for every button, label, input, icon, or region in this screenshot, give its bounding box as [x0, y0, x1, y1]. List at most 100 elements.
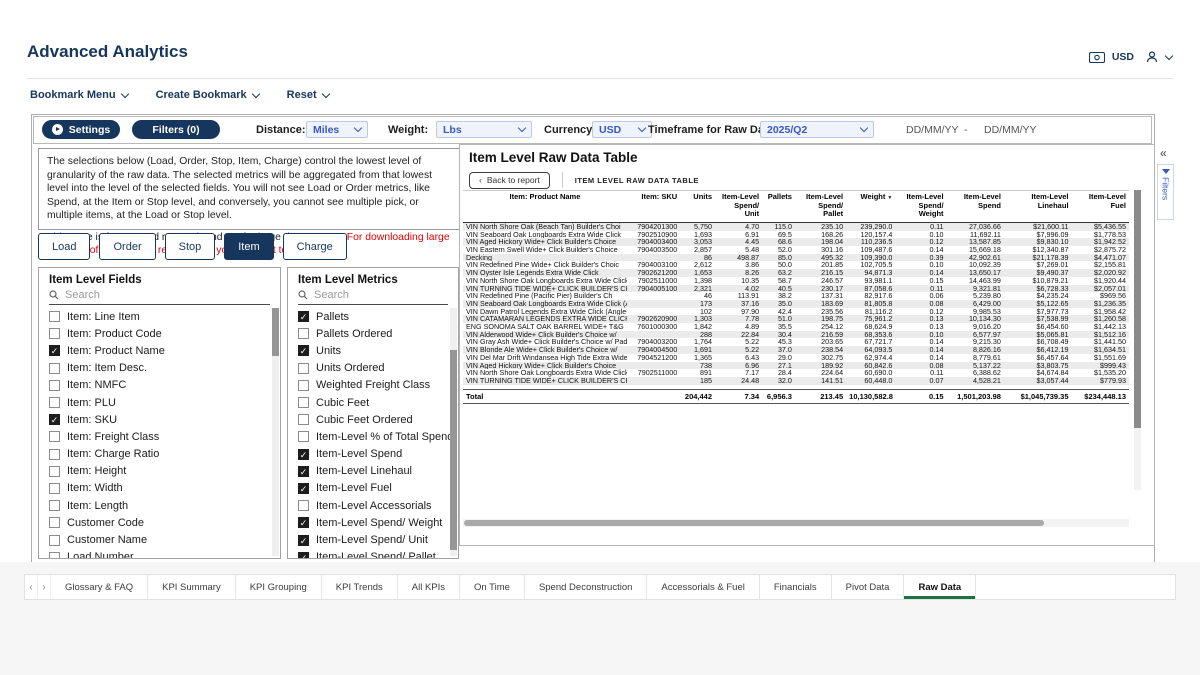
checkbox-item-item-level-spend-pallet[interactable]: ✓Item-Level Spend/ Pallet — [288, 549, 458, 559]
column-header-item-level-fuel[interactable]: Item-Level Fuel — [1072, 191, 1129, 223]
checkbox-unchecked[interactable] — [298, 363, 309, 374]
checkbox-item-item-level-linehaul[interactable]: ✓Item-Level Linehaul — [288, 463, 458, 480]
tab-accessorials-fuel[interactable]: Accessorials & Fuel — [647, 575, 759, 599]
table-vertical-scrollbar[interactable] — [1134, 190, 1141, 490]
level-button-stop[interactable]: Stop — [165, 233, 216, 260]
column-header-pallets[interactable]: Pallets — [762, 191, 795, 223]
metrics-scrollbar[interactable] — [450, 308, 457, 556]
checkbox-item-load-number[interactable]: Load Number — [39, 549, 280, 559]
checkbox-item-item-height[interactable]: Item: Height — [39, 463, 280, 480]
menu-item-bookmark-menu[interactable]: Bookmark Menu — [30, 89, 128, 101]
tabs-scroll-right-icon[interactable]: › — [38, 575, 51, 599]
fields-search-input[interactable]: Search — [49, 289, 270, 305]
checkbox-checked[interactable]: ✓ — [298, 345, 309, 356]
checkbox-checked[interactable]: ✓ — [49, 414, 60, 425]
fields-scrollbar[interactable] — [272, 308, 279, 556]
checkbox-checked[interactable]: ✓ — [298, 517, 309, 528]
checkbox-unchecked[interactable] — [49, 552, 60, 559]
column-header-item-level-spend-weight[interactable]: Item-Level Spend/ Weight — [895, 191, 946, 223]
user-menu-chevron-down-icon[interactable] — [1165, 51, 1173, 59]
checkbox-item-item-item-desc[interactable]: Item: Item Desc. — [39, 360, 280, 377]
checkbox-item-item-line-item[interactable]: Item: Line Item — [39, 308, 280, 325]
checkbox-item-pallets[interactable]: ✓Pallets — [288, 308, 458, 325]
checkbox-unchecked[interactable] — [298, 414, 309, 425]
checkbox-item-item-charge-ratio[interactable]: Item: Charge Ratio — [39, 446, 280, 463]
column-header-item-level-spend-unit[interactable]: Item-Level Spend/ Unit — [715, 191, 762, 223]
checkbox-item-item-plu[interactable]: Item: PLU — [39, 394, 280, 411]
checkbox-unchecked[interactable] — [49, 483, 60, 494]
column-header-item-level-linehaul[interactable]: Item-Level Linehaul — [1004, 191, 1072, 223]
filters-button[interactable]: Filters (0) — [132, 120, 220, 139]
checkbox-checked[interactable]: ✓ — [298, 483, 309, 494]
checkbox-unchecked[interactable] — [49, 363, 60, 374]
timeframe-select[interactable]: 2025/Q2 — [760, 121, 874, 138]
checkbox-unchecked[interactable] — [49, 311, 60, 322]
checkbox-unchecked[interactable] — [49, 535, 60, 546]
tab-on-time[interactable]: On Time — [460, 575, 525, 599]
checkbox-unchecked[interactable] — [49, 328, 60, 339]
column-header-item-sku[interactable]: Item: SKU — [627, 191, 680, 223]
level-button-order[interactable]: Order — [99, 233, 155, 260]
table-horizontal-scrollbar[interactable] — [463, 519, 1129, 527]
tab-raw-data[interactable]: Raw Data — [904, 575, 976, 599]
currency-select[interactable]: USD — [592, 121, 652, 138]
checkbox-unchecked[interactable] — [298, 397, 309, 408]
date-from-input[interactable]: DD/MM/YY — [906, 124, 959, 136]
checkbox-item-item-width[interactable]: Item: Width — [39, 480, 280, 497]
metrics-search-input[interactable]: Search — [298, 289, 448, 305]
checkbox-item-item-length[interactable]: Item: Length — [39, 497, 280, 514]
checkbox-unchecked[interactable] — [49, 466, 60, 477]
column-header-units[interactable]: Units — [680, 191, 715, 223]
checkbox-unchecked[interactable] — [49, 500, 60, 511]
checkbox-item-pallets-ordered[interactable]: Pallets Ordered — [288, 325, 458, 342]
checkbox-item-item-nmfc[interactable]: Item: NMFC — [39, 377, 280, 394]
checkbox-checked[interactable]: ✓ — [298, 535, 309, 546]
checkbox-checked[interactable]: ✓ — [49, 345, 60, 356]
checkbox-item-cubic-feet-ordered[interactable]: Cubic Feet Ordered — [288, 411, 458, 428]
checkbox-unchecked[interactable] — [49, 449, 60, 460]
checkbox-unchecked[interactable] — [49, 431, 60, 442]
settings-button[interactable]: Settings — [42, 120, 120, 139]
tab-kpi-trends[interactable]: KPI Trends — [322, 575, 398, 599]
checkbox-unchecked[interactable] — [298, 380, 309, 391]
checkbox-checked[interactable]: ✓ — [298, 311, 309, 322]
checkbox-unchecked[interactable] — [49, 517, 60, 528]
checkbox-item-cubic-feet[interactable]: Cubic Feet — [288, 394, 458, 411]
checkbox-item-item-sku[interactable]: ✓Item: SKU — [39, 411, 280, 428]
collapse-pane-button[interactable]: « — [1160, 147, 1167, 159]
column-header-item-product-name[interactable]: Item: Product Name — [463, 191, 627, 223]
back-to-report-button[interactable]: ‹ Back to report — [469, 172, 550, 189]
checkbox-unchecked[interactable] — [49, 380, 60, 391]
menu-item-create-bookmark[interactable]: Create Bookmark — [156, 89, 259, 101]
checkbox-item-item-level-accessorials[interactable]: Item-Level Accessorials — [288, 497, 458, 514]
checkbox-item-item-product-name[interactable]: ✓Item: Product Name — [39, 342, 280, 359]
user-icon[interactable] — [1145, 50, 1159, 64]
checkbox-unchecked[interactable] — [298, 431, 309, 442]
checkbox-item-customer-name[interactable]: Customer Name — [39, 531, 280, 548]
level-button-item[interactable]: Item — [224, 233, 273, 260]
checkbox-unchecked[interactable] — [49, 397, 60, 408]
checkbox-item-item-product-code[interactable]: Item: Product Code — [39, 325, 280, 342]
checkbox-item-item-freight-class[interactable]: Item: Freight Class — [39, 428, 280, 445]
column-header-item-level-spend-pallet[interactable]: Item-Level Spend/ Pallet — [795, 191, 846, 223]
tab-kpi-grouping[interactable]: KPI Grouping — [236, 575, 322, 599]
checkbox-unchecked[interactable] — [298, 500, 309, 511]
checkbox-checked[interactable]: ✓ — [298, 449, 309, 460]
distance-select[interactable]: Miles — [306, 121, 368, 138]
date-to-input[interactable]: DD/MM/YY — [984, 124, 1037, 136]
checkbox-item-weighted-freight-class[interactable]: Weighted Freight Class — [288, 377, 458, 394]
tab-kpi-summary[interactable]: KPI Summary — [148, 575, 236, 599]
filters-rail-tab[interactable]: Filters — [1157, 164, 1174, 220]
level-button-load[interactable]: Load — [38, 233, 90, 260]
tab-all-kpis[interactable]: All KPIs — [398, 575, 460, 599]
column-header-item-level-spend[interactable]: Item-Level Spend — [947, 191, 1004, 223]
level-button-charge[interactable]: Charge — [283, 233, 347, 260]
checkbox-item-customer-code[interactable]: Customer Code — [39, 514, 280, 531]
checkbox-item-item-level-spend-weight[interactable]: ✓Item-Level Spend/ Weight — [288, 514, 458, 531]
tab-financials[interactable]: Financials — [760, 575, 832, 599]
checkbox-checked[interactable]: ✓ — [298, 466, 309, 477]
checkbox-item-item-level-spend[interactable]: ✓Item-Level Spend — [288, 446, 458, 463]
checkbox-item-item-level-of-total-spend[interactable]: Item-Level % of Total Spend — [288, 428, 458, 445]
checkbox-item-units-ordered[interactable]: Units Ordered — [288, 360, 458, 377]
checkbox-unchecked[interactable] — [298, 328, 309, 339]
